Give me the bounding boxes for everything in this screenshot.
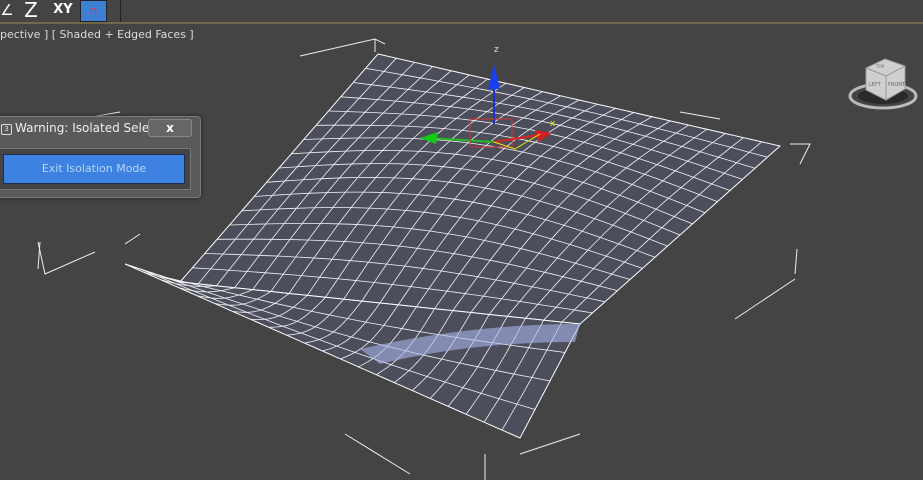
main-toolbar: ∠ Z XY ∩ <box>0 0 923 24</box>
viewport-label[interactable]: pective ] [ Shaded + Edged Faces ] <box>0 28 194 41</box>
angle-snap-button[interactable]: ∠ <box>0 0 14 22</box>
viewcube-top[interactable]: TOP <box>875 64 885 69</box>
app-icon: 3 <box>1 124 12 135</box>
perspective-viewport[interactable]: z x TOP LEFT FRONT <box>0 24 923 480</box>
dialog-body: Exit Isolation Mode <box>0 148 191 190</box>
isolation-warning-dialog: 3 Warning: Isolated Sele... x Exit Isola… <box>0 116 201 198</box>
gizmo-x-label: x <box>550 119 556 129</box>
dialog-title: Warning: Isolated Sele... <box>15 121 161 135</box>
exit-isolation-mode-button[interactable]: Exit Isolation Mode <box>3 154 185 184</box>
snap-toggle-button[interactable]: ∩ <box>80 0 107 22</box>
viewcube[interactable]: TOP LEFT FRONT <box>848 58 918 110</box>
snap-magnet-icon: ∩ <box>89 4 98 18</box>
viewcube-left[interactable]: LEFT <box>869 82 882 88</box>
gizmo-z-label: z <box>494 45 499 55</box>
close-button[interactable]: x <box>148 119 192 137</box>
viewcube-front[interactable]: FRONT <box>888 82 906 88</box>
toolbar-divider <box>120 0 121 22</box>
axis-constraint-xy-button[interactable]: XY <box>50 0 76 22</box>
gizmo-z-arrow-icon <box>488 64 500 89</box>
car-hood-mesh[interactable] <box>124 53 782 439</box>
axis-constraint-z-button[interactable]: Z <box>20 0 42 22</box>
hood-top-surface[interactable] <box>178 53 782 325</box>
